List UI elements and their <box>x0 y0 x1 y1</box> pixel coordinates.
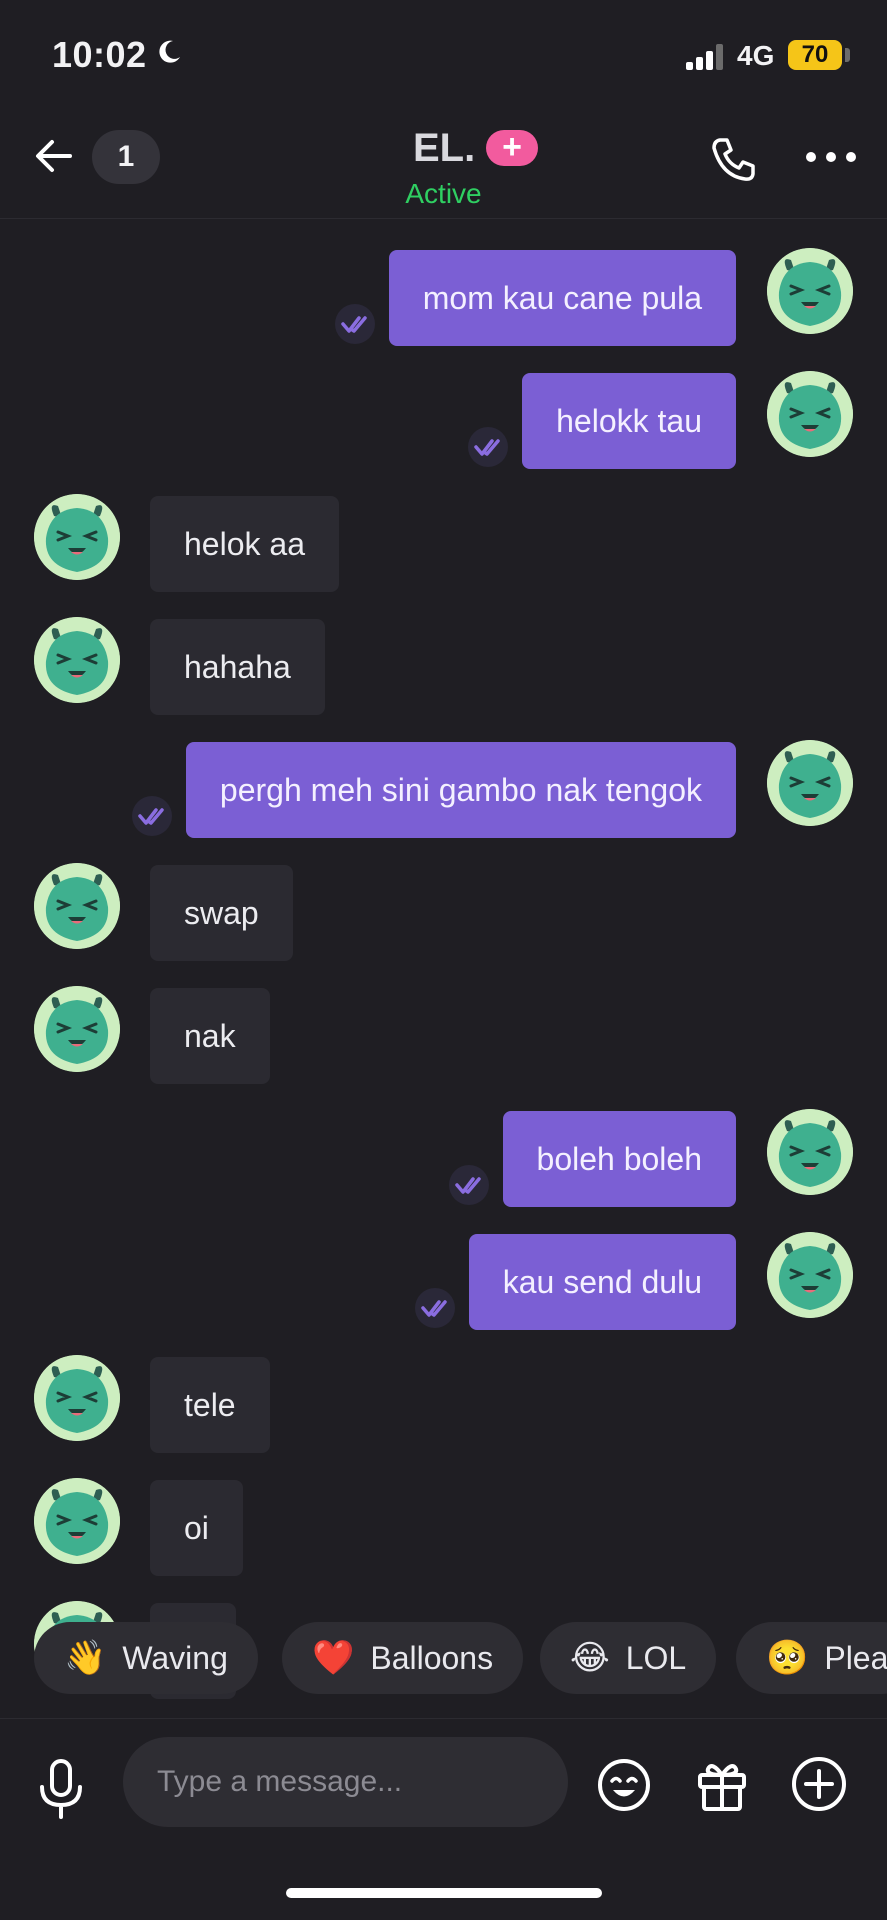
double-check-icon <box>335 304 375 344</box>
unread-count-badge[interactable]: 1 <box>92 130 160 184</box>
incoming-message: nak <box>0 986 887 1088</box>
message-bubble[interactable]: helokk tau <box>522 373 736 469</box>
battery-icon: 70 <box>788 40 842 70</box>
reaction-chip[interactable]: ❤️ Balloons <box>282 1622 524 1694</box>
double-check-icon <box>468 427 508 467</box>
double-check-icon <box>415 1288 455 1328</box>
more-dots-icon[interactable] <box>806 152 856 164</box>
outgoing-message: pergh meh sini gambo nak tengok <box>0 740 887 842</box>
message-bubble[interactable]: nak <box>150 988 270 1084</box>
double-check-icon <box>449 1165 489 1205</box>
avatar[interactable] <box>767 1232 853 1318</box>
reaction-chip[interactable]: 😂 LOL <box>540 1622 717 1694</box>
message-input[interactable] <box>123 1737 568 1827</box>
plus-circle-icon[interactable] <box>790 1755 848 1813</box>
status-time: 10:02 <box>52 34 147 75</box>
signal-icon <box>686 44 726 70</box>
outgoing-message: kau send dulu <box>0 1232 887 1334</box>
message-bubble[interactable]: boleh boleh <box>502 1111 736 1207</box>
network-type: 4G <box>737 40 775 71</box>
incoming-message: tele <box>0 1355 887 1457</box>
gift-icon[interactable] <box>694 1757 750 1813</box>
contact-name[interactable]: EL. <box>413 126 475 171</box>
battery-tip <box>845 48 850 62</box>
double-check-icon <box>132 796 172 836</box>
incoming-message: swap <box>0 863 887 965</box>
phone-icon[interactable] <box>708 134 758 184</box>
reaction-label: Plea <box>824 1640 887 1676</box>
plus-badge: + <box>486 130 538 166</box>
outgoing-message: boleh boleh <box>0 1109 887 1211</box>
chat-header: 1 EL. + Active <box>0 110 887 219</box>
avatar[interactable] <box>34 863 120 949</box>
home-indicator <box>286 1888 602 1898</box>
status-bar: 10:02 4G 70 <box>0 0 887 110</box>
avatar[interactable] <box>767 371 853 457</box>
message-bubble[interactable]: pergh meh sini gambo nak tengok <box>185 742 736 838</box>
avatar[interactable] <box>34 1478 120 1564</box>
reaction-emoji: ❤️ <box>312 1638 355 1678</box>
avatar[interactable] <box>34 494 120 580</box>
avatar[interactable] <box>767 1109 853 1195</box>
reaction-emoji: 😂 <box>570 1638 610 1678</box>
outgoing-message: mom kau cane pula <box>0 248 887 350</box>
message-bubble[interactable]: tele <box>150 1357 270 1453</box>
avatar[interactable] <box>767 248 853 334</box>
incoming-message: helok aa <box>0 494 887 596</box>
reaction-chip[interactable]: 👋 Waving <box>34 1622 258 1694</box>
microphone-icon[interactable] <box>36 1759 86 1819</box>
composer-bar <box>0 1718 887 1849</box>
message-bubble[interactable]: hahaha <box>150 619 325 715</box>
reaction-label: Waving <box>122 1640 228 1676</box>
reaction-emoji: 🥺 <box>766 1638 809 1678</box>
message-bubble[interactable]: mom kau cane pula <box>388 250 736 346</box>
reaction-label: Balloons <box>370 1640 494 1676</box>
incoming-message: hahaha <box>0 617 887 719</box>
reaction-suggestions: 👋 Waving ❤️ Balloons 😂 LOL 🥺 Plea <box>0 1622 887 1694</box>
reaction-label: LOL <box>625 1640 687 1676</box>
message-bubble[interactable]: kau send dulu <box>468 1234 736 1330</box>
message-bubble[interactable]: oi <box>150 1480 243 1576</box>
outgoing-message: helokk tau <box>0 371 887 473</box>
message-bubble[interactable]: swap <box>150 865 293 961</box>
avatar[interactable] <box>34 617 120 703</box>
incoming-message: oi <box>0 1478 887 1580</box>
avatar[interactable] <box>767 740 853 826</box>
avatar[interactable] <box>34 986 120 1072</box>
moon-icon <box>159 40 180 63</box>
reaction-emoji: 👋 <box>64 1638 107 1678</box>
message-bubble[interactable]: helok aa <box>150 496 339 592</box>
reaction-chip[interactable]: 🥺 Plea <box>736 1622 887 1694</box>
avatar[interactable] <box>34 1355 120 1441</box>
smiley-icon[interactable] <box>596 1757 652 1813</box>
arrow-left-icon[interactable] <box>30 130 80 180</box>
